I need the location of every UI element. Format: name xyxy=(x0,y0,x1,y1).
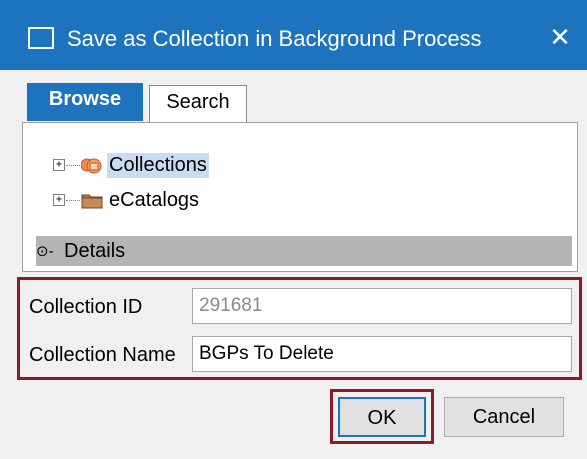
tree-item-label: eCatalogs xyxy=(109,188,200,211)
tab-browse[interactable]: Browse xyxy=(27,83,143,121)
collection-id-label: Collection ID xyxy=(29,296,143,318)
folder-icon xyxy=(81,190,103,210)
collection-fields-group: Collection ID Collection Name xyxy=(17,277,582,380)
close-button[interactable]: ✕ xyxy=(545,22,575,52)
expand-icon[interactable]: + xyxy=(53,194,65,206)
collection-name-label: Collection Name xyxy=(29,344,176,366)
tree-item-collections[interactable]: + Collections xyxy=(53,151,209,179)
collections-icon xyxy=(80,155,103,175)
title-bar: Save as Collection in Background Process… xyxy=(0,0,587,70)
cancel-button[interactable]: Cancel xyxy=(444,397,564,437)
window-icon xyxy=(28,27,54,49)
details-label: Details xyxy=(64,240,126,262)
collection-id-field[interactable] xyxy=(192,288,572,324)
tree-connector xyxy=(66,164,80,166)
tab-search[interactable]: Search xyxy=(149,85,247,123)
window-title: Save as Collection in Background Process xyxy=(67,26,482,51)
details-toggle-icon[interactable]: ⊙- xyxy=(36,242,54,260)
ok-button[interactable]: OK xyxy=(338,397,426,437)
tree-item-ecatalogs[interactable]: + eCatalogs xyxy=(53,186,201,214)
expand-icon[interactable]: + xyxy=(53,159,65,171)
collection-name-field[interactable] xyxy=(192,336,572,372)
tree-connector xyxy=(66,199,80,201)
tree-item-label: Collections xyxy=(107,152,209,178)
